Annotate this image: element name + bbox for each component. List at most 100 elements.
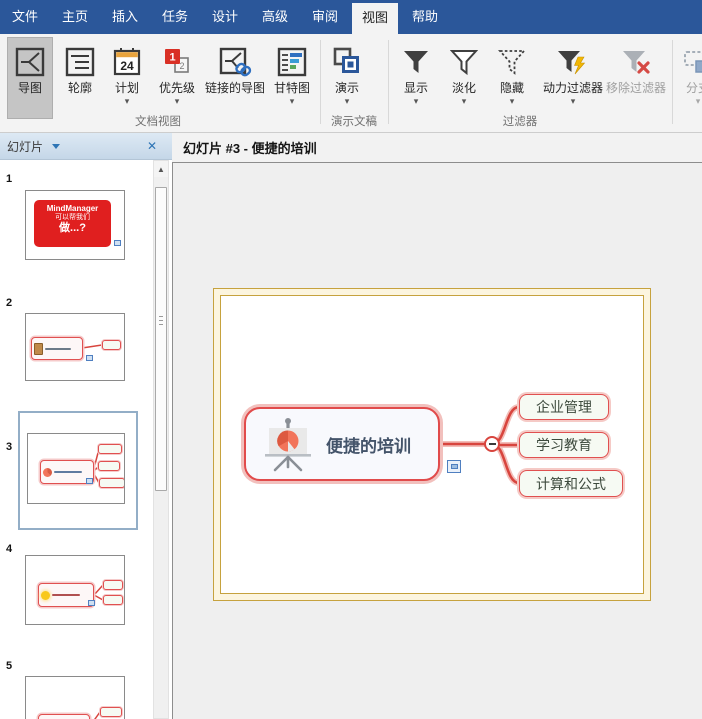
slides-panel-title: 幻灯片 [7, 138, 43, 155]
chevron-down-icon: ▾ [326, 97, 368, 106]
ribbon-button-linked-maps[interactable]: 链接的导图 [202, 38, 268, 118]
canvas-slide-title: 幻灯片 #3 - 便捷的培训 [183, 138, 317, 157]
slides-panel-scrollbar[interactable]: ▲ [153, 160, 169, 719]
ribbon-button-presentation[interactable]: 演示 ▾ [326, 38, 368, 118]
scrollbar-thumb[interactable] [155, 187, 167, 491]
ribbon-button-map-view[interactable]: 导图 [8, 38, 52, 118]
slide-thumbnail-4[interactable] [25, 555, 125, 625]
collapse-branch-button[interactable] [484, 436, 500, 452]
ribbon-group-label-document-views: 文档视图 [0, 113, 316, 129]
ribbon-button-filter-hide[interactable]: 隐藏 ▾ [490, 38, 534, 118]
thumb-subtopic [98, 461, 120, 471]
slide-thumbnail-2[interactable] [25, 313, 125, 381]
menu-tab-view[interactable]: 视图 [352, 3, 398, 34]
menubar: 文件 主页 插入 任务 设计 高级 审阅 视图 帮助 [0, 0, 702, 34]
chevron-down-icon: ▾ [442, 97, 486, 106]
ribbon-button-gantt-chart[interactable]: 甘特图 ▾ [268, 38, 316, 118]
ribbon-group-separator [320, 40, 321, 124]
menu-tab-help[interactable]: 帮助 [402, 0, 448, 34]
ribbon-button-label: 淡化 [442, 82, 486, 95]
thumb-text-line [45, 348, 71, 350]
branch-icon [676, 38, 702, 78]
minus-icon [489, 443, 496, 445]
slide-thumbnail-5[interactable] [25, 676, 125, 719]
ribbon-button-schedule-view[interactable]: 24 计划 ▾ [104, 38, 150, 118]
clipboard-icon [34, 343, 43, 355]
ribbon-button-label: 显示 [394, 82, 438, 95]
slide-number: 1 [6, 173, 12, 185]
filter-show-icon [394, 38, 438, 78]
subtopic-calculation-formulas[interactable]: 计算和公式 [519, 470, 623, 497]
thumb-central-topic [31, 337, 83, 360]
linked-maps-icon [202, 38, 268, 78]
filter-hide-icon [490, 38, 534, 78]
ribbon-button-outline-view[interactable]: 轮廓 [58, 38, 102, 118]
ribbon-group-separator [672, 40, 673, 124]
canvas-pane: 幻灯片 #3 - 便捷的培训 [172, 133, 702, 719]
menu-tab-review[interactable]: 审阅 [302, 0, 348, 34]
thumb-subtopic [103, 595, 123, 605]
slide-marker-icon [88, 600, 95, 606]
menu-tab-insert[interactable]: 插入 [102, 0, 148, 34]
slide1-card-line: 做...? [34, 222, 111, 235]
ribbon-group-separator [388, 40, 389, 124]
slide-thumbnail-3[interactable] [27, 433, 125, 504]
slide-marker-inner [451, 464, 458, 469]
panel-close-icon[interactable]: ✕ [147, 139, 157, 153]
presentation-icon [326, 38, 368, 78]
thumb-central-topic [38, 714, 90, 719]
chevron-down-icon: ▾ [152, 97, 202, 106]
ribbon-button-filter-fade[interactable]: 淡化 ▾ [442, 38, 486, 118]
thumb-subtopic [99, 478, 125, 488]
thumb-subtopic [102, 340, 121, 350]
panel-dropdown-icon[interactable] [52, 144, 60, 149]
remove-filter-icon [600, 38, 672, 78]
menu-tab-home[interactable]: 主页 [52, 0, 98, 34]
ribbon-button-label: 优先级 [152, 82, 202, 95]
ribbon-button-label: 导图 [8, 82, 52, 95]
gantt-chart-icon [268, 38, 316, 78]
ribbon-button-priority-view[interactable]: 2 1 优先级 ▾ [152, 38, 202, 118]
chevron-down-icon: ▾ [268, 97, 316, 106]
slide-number: 3 [6, 441, 12, 453]
ribbon-button-power-filter[interactable]: 动力过滤器 ▾ [536, 38, 610, 118]
chevron-down-icon: ▾ [676, 97, 702, 106]
mindmanager-window: 文件 主页 插入 任务 设计 高级 审阅 视图 帮助 导图 [0, 0, 702, 719]
menu-tab-advanced[interactable]: 高级 [252, 0, 298, 34]
outline-view-icon [58, 38, 102, 78]
thumb-text-line [54, 471, 82, 473]
ribbon-button-label: 轮廓 [58, 82, 102, 95]
menu-tab-task[interactable]: 任务 [152, 0, 198, 34]
schedule-icon-number: 24 [120, 59, 134, 73]
menu-tab-design[interactable]: 设计 [202, 0, 248, 34]
subtopic-enterprise-management[interactable]: 企业管理 [519, 394, 609, 420]
slide-marker-icon [114, 240, 121, 246]
scrollbar-grip-icon [159, 316, 163, 325]
ribbon: 导图 轮廓 24 [0, 34, 702, 133]
central-topic[interactable]: 便捷的培训 [244, 407, 440, 481]
menu-tab-file[interactable]: 文件 [2, 0, 48, 34]
filter-fade-icon [442, 38, 486, 78]
map-canvas[interactable]: 便捷的培训 企业管理 学习教育 计算和公式 [172, 162, 702, 719]
slides-panel: 幻灯片 ✕ 1 MindManager 可以帮我们 做...? 2 [0, 133, 172, 719]
power-filter-icon [536, 38, 610, 78]
ribbon-button-branch: 分支 ▾ [676, 38, 702, 118]
thumb-subtopic [100, 707, 122, 717]
scroll-up-icon[interactable]: ▲ [154, 161, 168, 177]
ribbon-button-label: 动力过滤器 [536, 82, 610, 95]
slide-number: 4 [6, 543, 12, 555]
subtopic-learning-education[interactable]: 学习教育 [519, 432, 609, 458]
slide1-title-card: MindManager 可以帮我们 做...? [34, 200, 111, 247]
ribbon-button-filter-show[interactable]: 显示 ▾ [394, 38, 438, 118]
ribbon-group-label-filters: 过滤器 [390, 113, 650, 129]
thumb-central-topic [38, 583, 94, 607]
slide-marker-icon[interactable] [447, 460, 461, 473]
slides-panel-header: 幻灯片 ✕ [0, 133, 172, 160]
ribbon-group-label-presentation: 演示文稿 [322, 113, 386, 129]
ribbon-button-label: 演示 [326, 82, 368, 95]
priority-view-icon: 2 1 [152, 38, 202, 78]
priority-icon-number-2: 2 [179, 61, 184, 71]
slide1-card-line: 可以帮我们 [34, 213, 111, 222]
slide-number: 5 [6, 660, 12, 672]
slide-thumbnail-1[interactable]: MindManager 可以帮我们 做...? [25, 190, 125, 260]
